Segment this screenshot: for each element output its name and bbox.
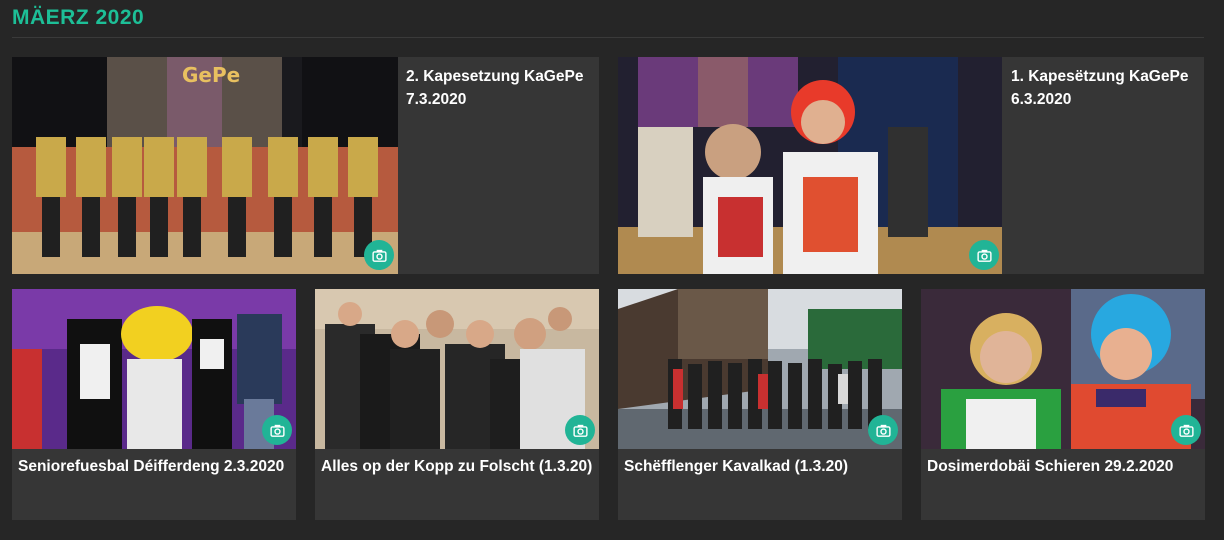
section-divider — [12, 37, 1204, 38]
section-title: MÄERZ 2020 — [12, 6, 145, 29]
gallery-card-title[interactable]: Seniorefuesbal Déifferdeng 2.3.2020 — [18, 455, 290, 478]
gallery-card-title[interactable]: Dosimerdobäi Schieren 29.2.2020 — [927, 455, 1199, 478]
camera-icon[interactable] — [565, 415, 595, 445]
gallery-thumbnail[interactable] — [12, 289, 296, 449]
svg-text:GePe: GePe — [182, 63, 240, 87]
gallery-card-title[interactable]: Schëfflenger Kavalkad (1.3.20) — [624, 455, 896, 478]
gallery-card[interactable]: Alles op der Kopp zu Folscht (1.3.20) — [315, 289, 599, 520]
gallery-thumbnail[interactable] — [921, 289, 1205, 449]
gallery-card-title[interactable]: 2. Kapesetzung KaGePe 7.3.2020 — [406, 65, 596, 111]
gallery-card[interactable]: 1. Kapesëtzung KaGePe 6.3.2020 — [618, 57, 1204, 274]
gallery-thumbnail[interactable] — [618, 57, 1002, 274]
gallery-card[interactable]: Dosimerdobäi Schieren 29.2.2020 — [921, 289, 1205, 520]
camera-icon[interactable] — [262, 415, 292, 445]
gallery-card-title[interactable]: 1. Kapesëtzung KaGePe 6.3.2020 — [1011, 65, 1201, 111]
gallery-card-title[interactable]: Alles op der Kopp zu Folscht (1.3.20) — [321, 455, 593, 478]
gallery-thumbnail[interactable] — [315, 289, 599, 449]
camera-icon[interactable] — [1171, 415, 1201, 445]
gallery-thumbnail[interactable] — [618, 289, 902, 449]
camera-icon[interactable] — [868, 415, 898, 445]
gallery-card[interactable]: GePe 2. Kapesetzung KaGePe 7.3.2020 — [12, 57, 599, 274]
camera-icon[interactable] — [969, 240, 999, 270]
gallery-card[interactable]: Seniorefuesbal Déifferdeng 2.3.2020 — [12, 289, 296, 520]
gallery-thumbnail[interactable]: GePe — [12, 57, 398, 274]
camera-icon[interactable] — [364, 240, 394, 270]
gallery-card[interactable]: Schëfflenger Kavalkad (1.3.20) — [618, 289, 902, 520]
